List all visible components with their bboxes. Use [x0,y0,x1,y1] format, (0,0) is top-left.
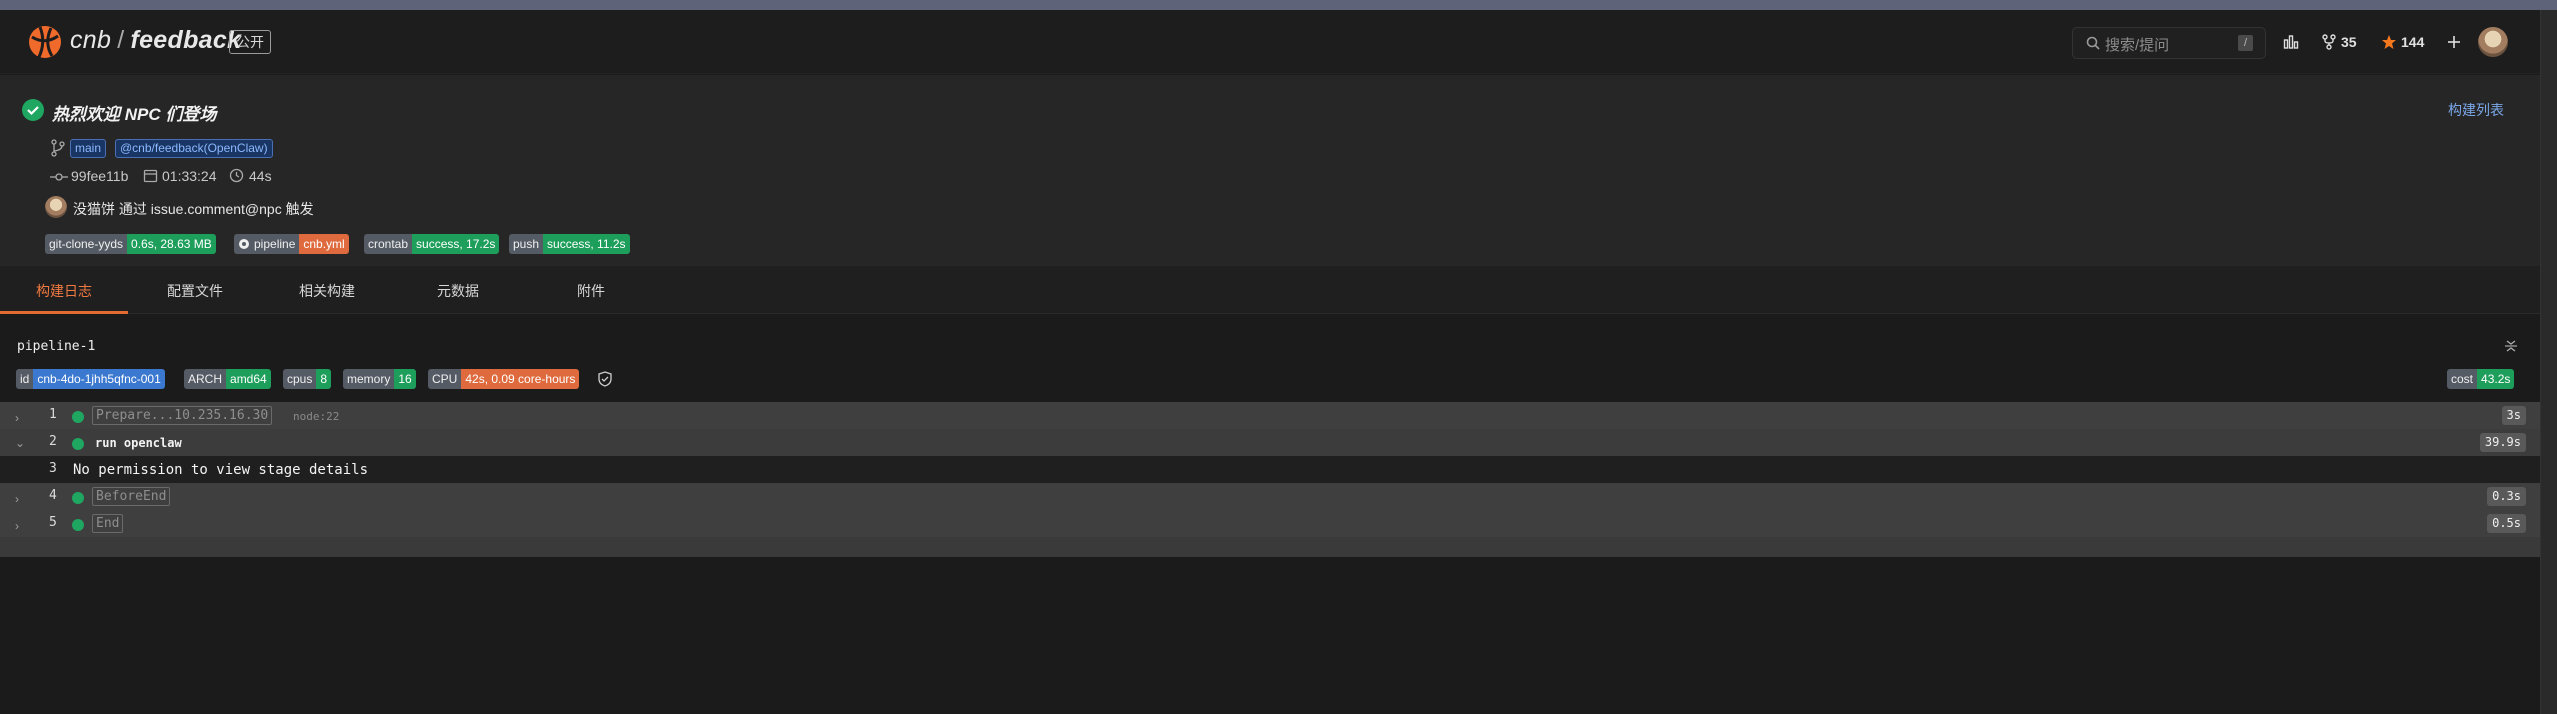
log-row-stage-5[interactable]: › 5 End 0.5s [0,510,2540,537]
stage-name[interactable]: BeforeEnd [92,487,171,506]
tab-related-builds[interactable]: 相关构建 [299,281,355,301]
scrollbar[interactable] [2540,10,2557,714]
build-log: › 1 Prepare...10.235.16.30 node:22 3s ⌄ … [0,402,2540,557]
chevron-right-icon[interactable]: › [15,492,19,506]
commit-sha[interactable]: 99fee11b [71,168,128,184]
branch-chip[interactable]: main [70,139,107,158]
tab-bar [0,266,2540,314]
success-check-icon [22,99,44,121]
shield-check-icon[interactable] [598,371,612,387]
log-row-stage-2[interactable]: ⌄ 2 run openclaw 39.9s [0,429,2540,456]
line-number: 5 [49,515,57,530]
stage-name[interactable]: run openclaw [95,436,182,450]
stage-name[interactable]: End [92,514,124,533]
repo-path[interactable]: cnb / feedback [70,26,241,55]
badge-cost: cost 43.2s [2447,369,2515,389]
log-row-stage-4[interactable]: › 4 BeforeEnd 0.3s [0,483,2540,510]
search-placeholder: 搜索/提问 [2105,37,2170,54]
stage-success-icon [72,519,84,531]
fork-count[interactable]: 35 [2341,34,2357,50]
stage-success-icon [72,492,84,504]
top-bar: cnb / feedback 公开 搜索/提问 / 35 144 [0,10,2540,74]
badge-pipeline[interactable]: pipeline cnb.yml [234,234,349,254]
build-time: 01:33:24 [162,168,217,184]
stage-name[interactable]: Prepare...10.235.16.30 [92,406,273,425]
search-shortcut-key: / [2238,35,2253,51]
build-list-link[interactable]: 构建列表 [2448,100,2504,120]
repo-owner[interactable]: cnb [70,26,111,54]
line-number: 2 [49,434,57,449]
badge-memory: memory 16 [343,369,416,389]
badge-cpu-usage: CPU 42s, 0.09 core-hours [428,369,580,389]
repo-name[interactable]: feedback [130,26,241,54]
tab-config-file[interactable]: 配置文件 [167,281,223,301]
chevron-right-icon[interactable]: › [15,519,19,533]
stage-duration: 0.3s [2487,487,2526,506]
pipeline-icon [239,239,249,249]
tab-attachments[interactable]: 附件 [577,281,605,301]
window-top-strip [0,0,2557,10]
stage-duration: 3s [2501,406,2526,425]
trigger-user-avatar[interactable] [45,196,67,218]
commit-icon [50,173,68,181]
build-title: 热烈欢迎 NPC 们登场 [52,105,217,124]
job-name: pipeline-1 [17,339,96,354]
fork-icon[interactable] [2322,34,2336,50]
calendar-icon [143,169,158,183]
badge-arch: ARCH amd64 [184,369,271,389]
badge-git-clone: git-clone-yyds 0.6s, 28.63 MB [45,234,216,254]
badge-cpus: cpus 8 [283,369,332,389]
badge-push: push success, 11.2s [509,234,630,254]
clock-icon [229,168,244,183]
log-row-stage-1[interactable]: › 1 Prepare...10.235.16.30 node:22 3s [0,402,2540,429]
star-count[interactable]: 144 [2401,34,2424,50]
cnb-logo-icon[interactable] [28,25,62,59]
build-duration: 44s [249,168,272,184]
user-avatar[interactable] [2478,27,2508,57]
chevron-down-icon[interactable]: ⌄ [15,436,25,450]
search-icon [2086,36,2100,50]
chevron-right-icon[interactable]: › [15,411,19,425]
active-tab-indicator [0,311,128,314]
stage-success-icon [72,438,84,450]
log-message: No permission to view stage details [73,462,369,478]
line-number: 4 [49,488,57,503]
path-separator: / [117,26,125,54]
badge-crontab: crontab success, 17.2s [364,234,500,254]
visibility-badge: 公开 [229,30,271,54]
insights-icon[interactable] [2283,34,2299,50]
stage-duration: 39.9s [2479,433,2526,452]
collapse-all-icon[interactable] [2503,338,2519,354]
tab-build-log[interactable]: 构建日志 [36,281,92,301]
branch-icon [51,139,65,157]
log-row-message: 3 No permission to view stage details [0,456,2540,483]
trigger-text: 没猫饼 通过 issue.comment@npc 触发 [73,201,314,217]
ref-chip[interactable]: @cnb/feedback(OpenClaw) [115,139,273,158]
badge-job-id: id cnb-4do-1jhh5qfnc-001 [16,369,165,389]
stage-duration: 0.5s [2487,514,2526,533]
stage-node-tag: node:22 [293,410,340,423]
search-input[interactable]: 搜索/提问 / [2072,27,2266,59]
tab-metadata[interactable]: 元数据 [437,281,479,301]
star-icon[interactable] [2381,34,2397,50]
line-number: 3 [49,461,57,476]
stage-success-icon [72,411,84,423]
plus-icon[interactable] [2447,35,2461,49]
line-number: 1 [49,407,57,422]
